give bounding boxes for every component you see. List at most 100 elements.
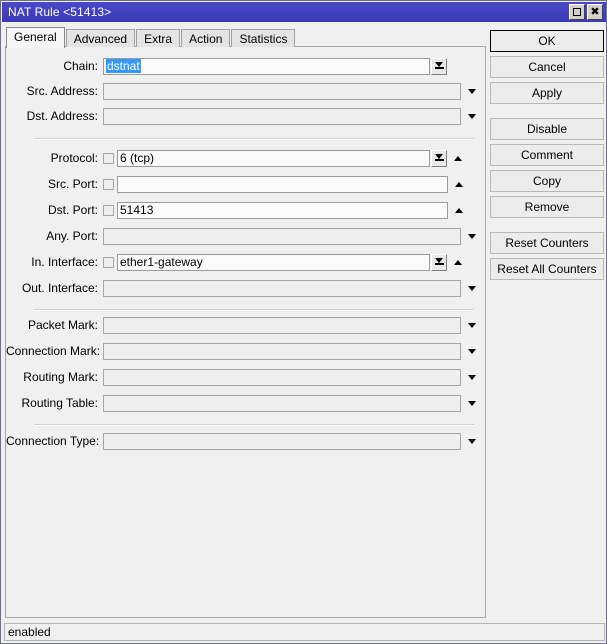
packet-mark-input[interactable]: [103, 317, 461, 334]
reset-counters-button[interactable]: Reset Counters: [490, 232, 604, 254]
disable-button[interactable]: Disable: [490, 118, 604, 140]
routing-table-input[interactable]: [103, 395, 461, 412]
triangle-down-icon: [468, 375, 476, 380]
tab-general[interactable]: General: [6, 27, 65, 48]
out-interface-input[interactable]: [103, 280, 461, 297]
triangle-down-icon: [468, 401, 476, 406]
connection-mark-input[interactable]: [103, 343, 461, 360]
field-row-any-port: Any. Port:: [6, 227, 485, 245]
routing-mark-input[interactable]: [103, 369, 461, 386]
triangle-up-icon: [455, 182, 463, 187]
triangle-up-icon: [454, 260, 462, 265]
remove-button[interactable]: Remove: [490, 196, 604, 218]
protocol-checkbox[interactable]: [103, 153, 114, 164]
section-divider: [34, 424, 474, 426]
in-interface-input[interactable]: ether1-gateway: [117, 254, 430, 271]
dst-port-input[interactable]: 51413: [117, 202, 448, 219]
dst-address-expand-button[interactable]: [461, 114, 483, 119]
tab-action[interactable]: Action: [181, 29, 230, 47]
dst-address-input[interactable]: [103, 108, 461, 125]
in-interface-dropdown-button[interactable]: [431, 254, 447, 271]
general-tab-panel: Chain: dstnat Src. Address: Dst. Address…: [5, 46, 486, 618]
src-address-label: Src. Address:: [6, 84, 103, 98]
triangle-down-icon: [468, 439, 476, 444]
chevron-down-icon: [435, 154, 444, 162]
field-row-routing-table: Routing Table:: [6, 394, 485, 412]
protocol-collapse-button[interactable]: [447, 156, 469, 161]
close-icon: ✖: [590, 7, 599, 17]
field-row-routing-mark: Routing Mark:: [6, 368, 485, 386]
triangle-down-icon: [468, 114, 476, 119]
dst-port-value: 51413: [120, 203, 153, 217]
out-interface-expand-button[interactable]: [461, 286, 483, 291]
close-button[interactable]: ✖: [587, 4, 603, 20]
dst-port-checkbox[interactable]: [103, 205, 114, 216]
tab-statistics[interactable]: Statistics: [231, 29, 295, 47]
in-interface-checkbox[interactable]: [103, 257, 114, 268]
src-port-label: Src. Port:: [6, 177, 103, 191]
maximize-icon: [573, 8, 581, 16]
triangle-down-icon: [468, 89, 476, 94]
routing-mark-label: Routing Mark:: [6, 370, 103, 384]
in-interface-collapse-button[interactable]: [447, 260, 469, 265]
connection-mark-expand-button[interactable]: [461, 349, 483, 354]
field-row-dst-port: Dst. Port: 51413: [6, 201, 485, 219]
chain-value: dstnat: [106, 59, 141, 73]
connection-type-expand-button[interactable]: [461, 439, 483, 444]
field-row-src-address: Src. Address:: [6, 82, 485, 100]
field-row-connection-mark: Connection Mark:: [6, 342, 485, 360]
dst-address-label: Dst. Address:: [6, 109, 103, 123]
packet-mark-expand-button[interactable]: [461, 323, 483, 328]
nat-rule-window: NAT Rule <51413> ✖ General Advanced Extr…: [0, 0, 607, 644]
protocol-value: 6 (tcp): [120, 151, 154, 165]
ok-button[interactable]: OK: [490, 30, 604, 52]
title-bar: NAT Rule <51413> ✖: [2, 2, 607, 22]
src-port-input[interactable]: [117, 176, 448, 193]
tab-extra[interactable]: Extra: [136, 29, 180, 47]
any-port-label: Any. Port:: [6, 229, 103, 243]
maximize-button[interactable]: [569, 4, 585, 20]
action-buttons-panel: OK Cancel Apply Disable Comment Copy Rem…: [490, 30, 604, 284]
routing-table-expand-button[interactable]: [461, 401, 483, 406]
triangle-up-icon: [455, 208, 463, 213]
reset-all-counters-button[interactable]: Reset All Counters: [490, 258, 604, 280]
in-interface-value: ether1-gateway: [120, 255, 203, 269]
out-interface-label: Out. Interface:: [6, 281, 103, 295]
triangle-down-icon: [468, 323, 476, 328]
routing-table-label: Routing Table:: [6, 396, 103, 410]
tab-advanced[interactable]: Advanced: [66, 29, 135, 47]
field-row-packet-mark: Packet Mark:: [6, 316, 485, 334]
protocol-input[interactable]: 6 (tcp): [117, 150, 430, 167]
apply-button[interactable]: Apply: [490, 82, 604, 104]
field-row-connection-type: Connection Type:: [6, 432, 485, 450]
cancel-button[interactable]: Cancel: [490, 56, 604, 78]
triangle-down-icon: [468, 349, 476, 354]
any-port-input[interactable]: [103, 228, 461, 245]
section-divider: [34, 138, 474, 140]
any-port-expand-button[interactable]: [461, 234, 483, 239]
chain-input[interactable]: dstnat: [103, 58, 430, 75]
field-row-src-port: Src. Port:: [6, 175, 485, 193]
src-port-checkbox[interactable]: [103, 179, 114, 190]
connection-type-label: Connection Type:: [6, 434, 103, 448]
chain-dropdown-button[interactable]: [431, 58, 447, 75]
field-row-in-interface: In. Interface: ether1-gateway: [6, 253, 485, 271]
protocol-dropdown-button[interactable]: [431, 150, 447, 167]
triangle-down-icon: [468, 286, 476, 291]
connection-type-input[interactable]: [103, 433, 461, 450]
src-port-collapse-button[interactable]: [448, 182, 470, 187]
field-row-dst-address: Dst. Address:: [6, 107, 485, 125]
button-group-spacer: [490, 222, 604, 232]
src-address-input[interactable]: [103, 83, 461, 100]
copy-button[interactable]: Copy: [490, 170, 604, 192]
dst-port-collapse-button[interactable]: [448, 208, 470, 213]
button-group-spacer: [490, 108, 604, 118]
comment-button[interactable]: Comment: [490, 144, 604, 166]
field-row-protocol: Protocol: 6 (tcp): [6, 149, 485, 167]
src-address-expand-button[interactable]: [461, 89, 483, 94]
connection-mark-label: Connection Mark:: [6, 344, 103, 358]
field-row-chain: Chain: dstnat: [6, 57, 485, 75]
routing-mark-expand-button[interactable]: [461, 375, 483, 380]
tab-strip: General Advanced Extra Action Statistics: [6, 27, 296, 47]
title-bar-buttons: ✖: [569, 4, 607, 20]
